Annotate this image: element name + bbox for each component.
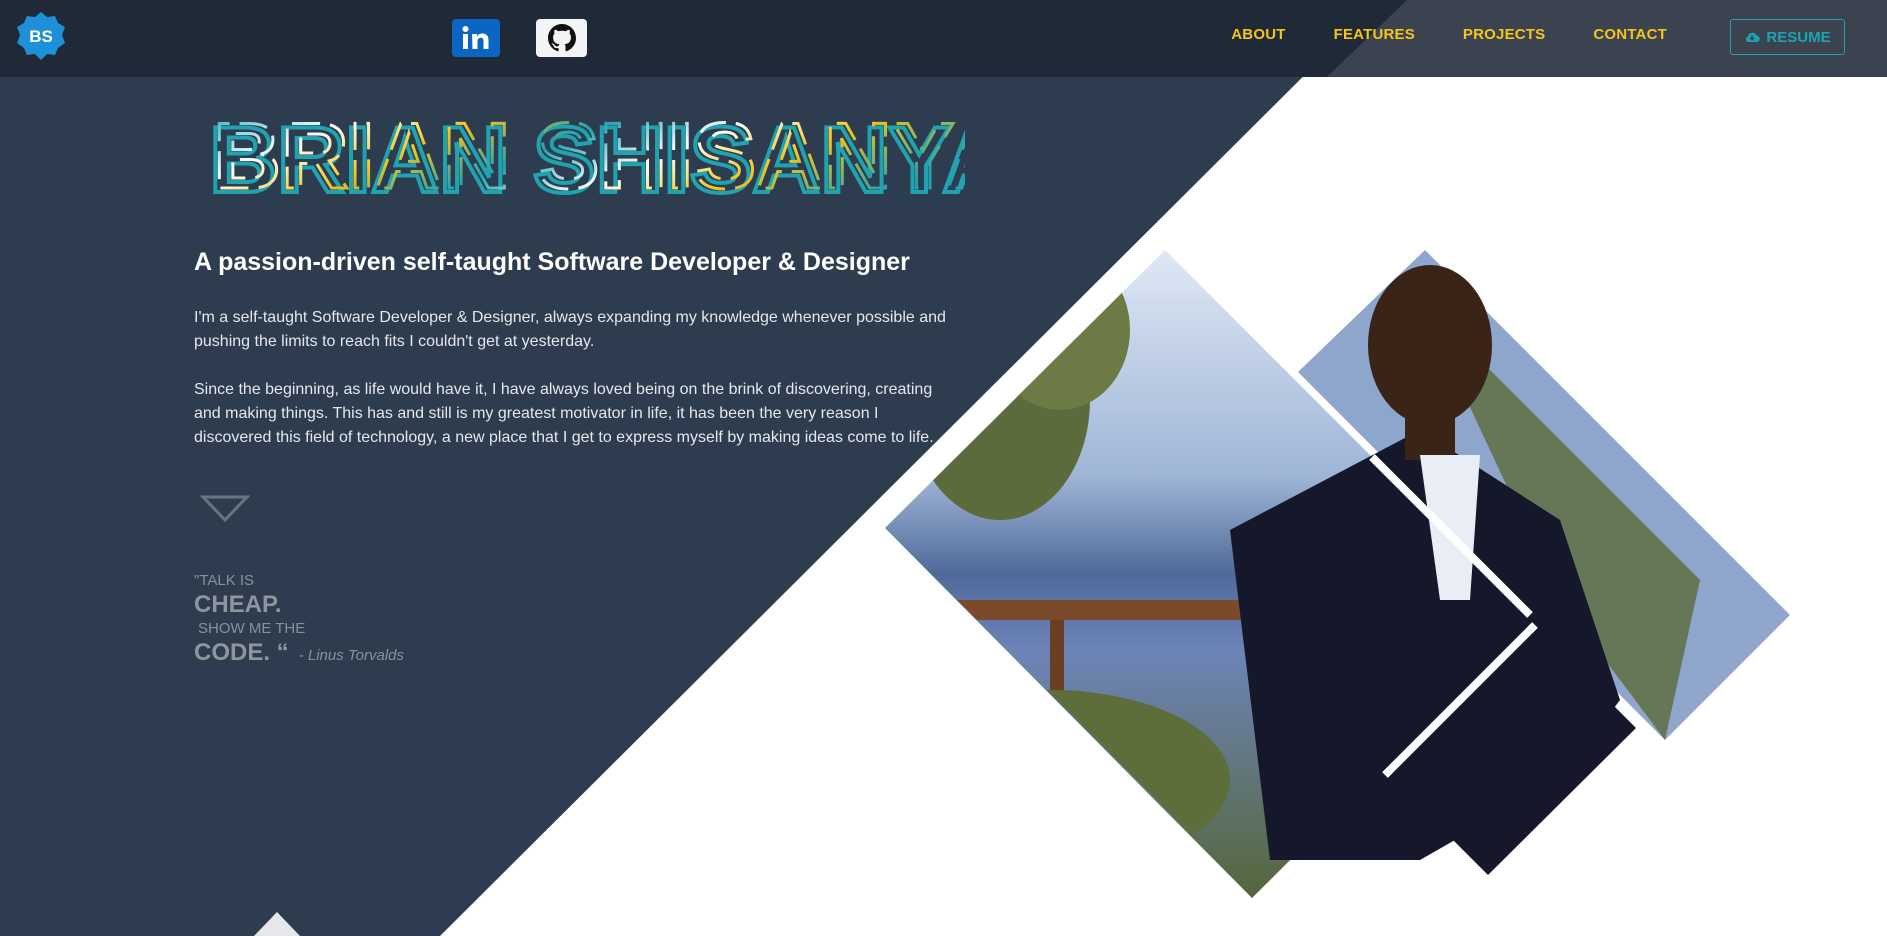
- logo[interactable]: BS: [16, 11, 66, 61]
- cloud-download-icon: [1746, 32, 1761, 42]
- scroll-down-button[interactable]: [199, 494, 251, 529]
- logo-badge-icon: BS: [17, 12, 65, 60]
- main-nav: ABOUT FEATURES PROJECTS CONTACT: [1183, 26, 1667, 43]
- story-paragraph: Since the beginning, as life would have …: [194, 381, 934, 446]
- linus-quote: "TALK IS CHEAP. SHOW ME THE CODE. “ - Lin…: [194, 572, 404, 668]
- github-icon: [547, 24, 576, 52]
- svg-text:BS: BS: [29, 27, 53, 46]
- github-link[interactable]: [536, 19, 587, 57]
- quote-line-3: SHOW ME THE: [198, 620, 306, 637]
- quote-author: - Linus Torvalds: [298, 647, 405, 664]
- linkedin-icon: [462, 26, 489, 49]
- navbar: BS ABOUT FEATURES PROJECTS CONTACT RESUM…: [0, 0, 1887, 77]
- resume-label: RESUME: [1766, 28, 1831, 46]
- hero-name: BRIAN SHISANYA BRIAN SHISANYA: [205, 92, 965, 203]
- intro-paragraph: I'm a self-taught Software Developer & D…: [194, 309, 946, 350]
- linkedin-link[interactable]: [452, 19, 500, 57]
- nav-features[interactable]: FEATURES: [1334, 26, 1415, 43]
- quote-line-2: CHEAP.: [194, 591, 282, 618]
- nav-about[interactable]: ABOUT: [1231, 26, 1285, 43]
- resume-button[interactable]: RESUME: [1730, 19, 1845, 55]
- up-triangle-icon: [254, 912, 300, 936]
- nav-projects[interactable]: PROJECTS: [1463, 26, 1545, 43]
- svg-text:BRIAN SHISANYA: BRIAN SHISANYA: [213, 103, 965, 202]
- nav-contact[interactable]: CONTACT: [1593, 26, 1667, 43]
- down-triangle-icon: [199, 495, 251, 523]
- hero-tagline: A passion-driven self-taught Software De…: [194, 248, 910, 276]
- quote-line-4: CODE. “: [194, 639, 289, 666]
- quote-line-1: "TALK IS: [194, 572, 255, 589]
